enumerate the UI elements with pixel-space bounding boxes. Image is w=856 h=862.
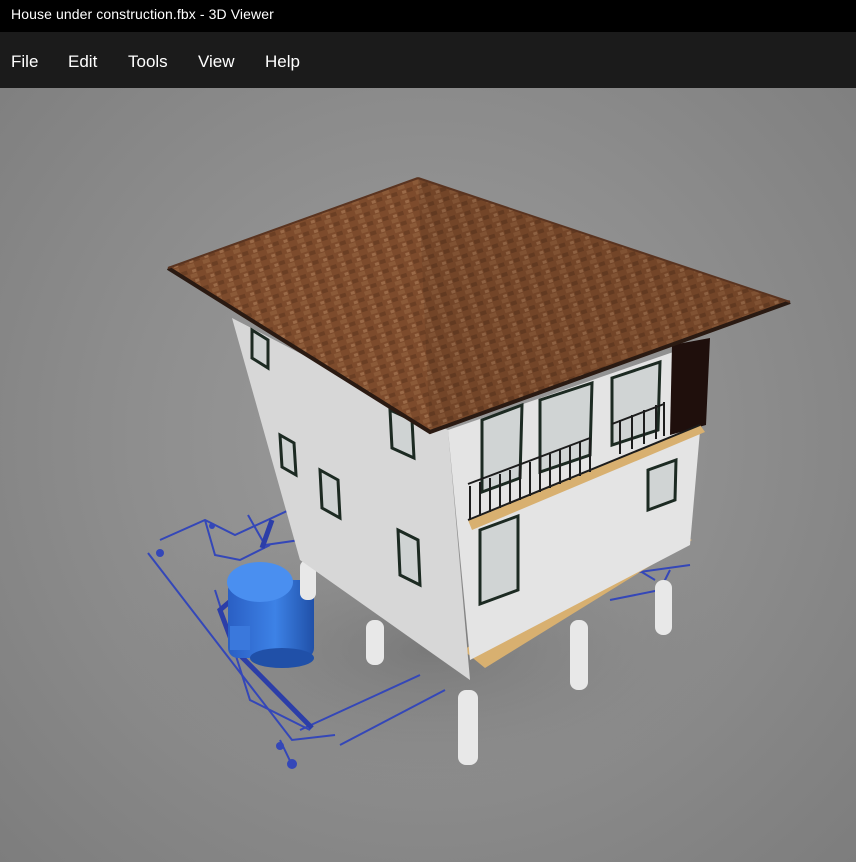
- menu-tools[interactable]: Tools: [128, 52, 168, 72]
- pipe-fitting-icon: [156, 549, 164, 557]
- dark-opening: [670, 338, 710, 435]
- window-title: House under construction.fbx - 3D Viewer: [11, 6, 274, 22]
- pipe-fitting-icon: [209, 523, 215, 529]
- menu-file[interactable]: File: [11, 52, 38, 72]
- pipe-fitting-icon: [287, 759, 297, 769]
- 3d-viewport[interactable]: [0, 88, 856, 862]
- pipe-fitting-icon: [276, 742, 284, 750]
- menu-help[interactable]: Help: [265, 52, 300, 72]
- menu-edit[interactable]: Edit: [68, 52, 97, 72]
- menu-view[interactable]: View: [198, 52, 235, 72]
- menu-bar: File Edit Tools View Help: [0, 32, 856, 88]
- house-model[interactable]: [0, 88, 856, 862]
- title-bar: House under construction.fbx - 3D Viewer: [0, 0, 856, 32]
